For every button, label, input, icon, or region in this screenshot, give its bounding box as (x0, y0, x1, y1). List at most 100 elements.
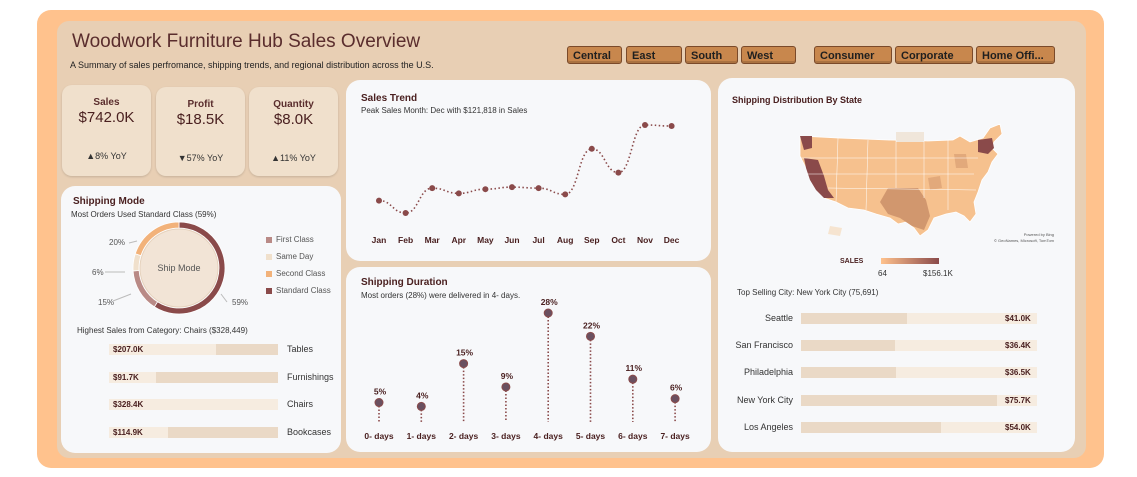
duration-x-label: 4- days (534, 431, 564, 441)
trend-x-label: Feb (398, 235, 413, 245)
duration-data-label: 28% (541, 297, 558, 307)
duration-x-label: 0- days (364, 431, 394, 441)
trend-point-feb (402, 210, 409, 216)
slicer-west[interactable]: West (741, 46, 796, 64)
trend-x-label: Nov (637, 235, 653, 245)
city-bar-value: $36.4K (1005, 341, 1031, 351)
city-bar-fill (801, 421, 941, 433)
slicer-home-office[interactable]: Home Offi... (976, 46, 1055, 64)
legend-swatch (266, 270, 272, 277)
kpi-card-sales: Sales $742.0K ▲8% YoY (62, 85, 151, 176)
slicer-central[interactable]: Central (567, 46, 622, 64)
category-heading: Highest Sales from Category: Chairs ($32… (77, 326, 248, 335)
trend-point-aug (562, 191, 569, 198)
city-bar-value: $75.7K (1005, 395, 1031, 405)
page-title: Woodwork Furniture Hub Sales Overview (72, 31, 421, 52)
duration-point-5 (586, 331, 595, 341)
city-bar-fill (801, 394, 997, 406)
slicer-corporate[interactable]: Corporate (895, 46, 973, 64)
category-bar-label: Bookcases (287, 426, 332, 437)
duration-data-label: 15% (456, 348, 473, 358)
category-bar-value: $114.9K (113, 427, 143, 437)
kpi-card-quantity: Quantity $8.0K ▲11% YoY (249, 87, 338, 176)
shipping-duration-chart: 5% 0- days 4% 1- days 15% 2- days 9% 3- days 28%… (364, 297, 690, 441)
trend-point-jan (376, 197, 382, 204)
kpi-label: Sales (93, 97, 120, 108)
trend-point-sep (588, 145, 595, 152)
city-bar-fill (801, 367, 896, 379)
slicer-consumer[interactable]: Consumer (814, 46, 892, 64)
category-bar-value: $91.7K (113, 372, 139, 382)
kpi-value: $742.0K (78, 109, 135, 126)
trend-point-nov (642, 122, 648, 128)
shipping-state-panel: Shipping Distribution By State Powered b… (718, 78, 1075, 452)
category-bar-rest (156, 371, 278, 383)
sales-trend-chart: Jan Feb Mar Apr May Jun Jul Aug Sep Oct Nov Dec (372, 122, 680, 245)
trend-x-label: Jun (504, 235, 519, 245)
category-bar-value: $328.4K (113, 400, 144, 409)
pct-standard-class: 59% (232, 298, 248, 307)
legend-swatch (266, 236, 272, 243)
trend-x-label: Aug (557, 235, 574, 245)
kpi-yoy: ▲8% YoY (86, 151, 127, 161)
duration-point-3 (501, 382, 511, 392)
sales-trend-panel: Sales Trend Peak Sales Month: Dec with $… (346, 80, 711, 261)
trend-point-may (482, 186, 489, 193)
duration-x-label: 2- days (449, 431, 479, 441)
city-bar-fill (801, 340, 896, 352)
top-city-heading: Top Selling City: New York City (75,691) (737, 288, 879, 297)
legend-swatch (266, 253, 272, 260)
city-bar-value: $54.0K (1005, 422, 1031, 432)
city-bar-label: San Francisco (735, 340, 793, 351)
kpi-yoy: ▼57% YoY (177, 153, 224, 163)
trend-line (378, 124, 672, 214)
state-hawaii (828, 226, 842, 236)
trend-x-label: Apr (451, 235, 466, 245)
trend-x-label: Jan (372, 235, 387, 245)
shipping-duration-panel: Shipping Duration Most orders (28%) were… (346, 267, 711, 452)
donut-center-label: Ship Mode (157, 263, 200, 273)
kpi-card-profit: Profit $18.5K ▼57% YoY (156, 87, 245, 176)
legend-swatch (266, 287, 272, 294)
trend-point-apr (455, 190, 462, 197)
trend-point-mar (429, 185, 436, 192)
page-subtitle: A Summary of sales perfromance, shipping… (70, 60, 434, 70)
legend-standard-class: Standard Class (266, 286, 331, 296)
category-bar-value: $207.0K (113, 345, 144, 354)
us-map: Powered by Bing © GeoNames, Microsoft, T… (799, 123, 1055, 243)
trend-x-label: Mar (425, 235, 441, 245)
duration-x-label: 1- days (407, 431, 437, 441)
duration-data-label: 4% (416, 390, 429, 400)
duration-x-label: 7- days (660, 431, 690, 441)
shipping-mode-panel: Shipping Mode Most Orders Used Standard … (61, 186, 341, 453)
trend-x-label: Jul (532, 235, 544, 245)
duration-x-label: 5- days (576, 431, 606, 441)
trend-x-label: Oct (611, 235, 625, 245)
city-bar-label: New York City (736, 394, 793, 405)
state-highlight (954, 154, 968, 168)
trend-point-jul (535, 185, 542, 192)
city-bar-value: $36.5K (1005, 368, 1031, 378)
city-bar-label: Los Angeles (743, 421, 793, 432)
trend-point-oct (615, 169, 622, 176)
duration-data-label: 6% (670, 383, 683, 393)
duration-data-label: 11% (626, 363, 643, 373)
pct-second-class: 20% (109, 238, 125, 247)
slicer-east[interactable]: East (626, 46, 682, 64)
map-attribution-bing: Powered by Bing (1024, 232, 1054, 237)
duration-data-label: 22% (583, 320, 600, 330)
duration-x-label: 6- days (618, 431, 648, 441)
legend-first-class: First Class (266, 235, 314, 245)
trend-x-label: Dec (664, 235, 680, 245)
state-highlight (928, 176, 942, 190)
legend-same-day: Same Day (266, 252, 313, 262)
slicer-south[interactable]: South (685, 46, 738, 64)
map-legend-max: $156.1K (923, 269, 953, 278)
legend-label: Standard Class (276, 286, 331, 295)
trend-x-label: May (477, 235, 494, 245)
duration-data-label: 9% (501, 371, 514, 381)
duration-point-0 (374, 398, 384, 408)
city-bar-label: Seattle (764, 313, 793, 323)
trend-point-dec (668, 123, 675, 130)
city-bar-fill (801, 313, 908, 324)
